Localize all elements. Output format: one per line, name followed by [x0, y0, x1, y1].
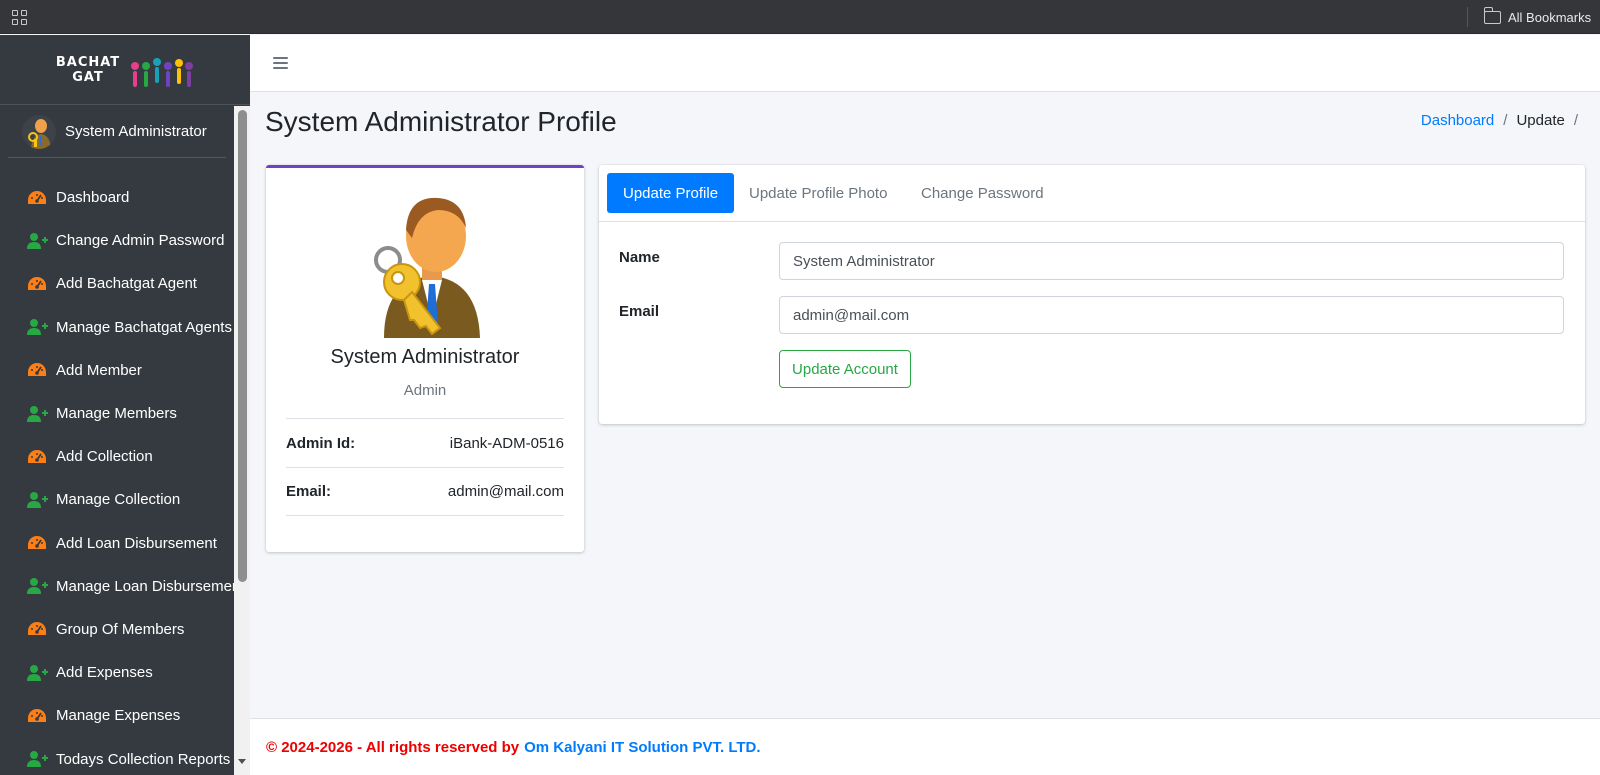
- settings-card: Update Profile Update Profile Photo Chan…: [599, 165, 1585, 424]
- list-item: Admin Id: iBank-ADM-0516: [286, 418, 564, 467]
- sidebar-item-label: Add Bachatgat Agent: [56, 275, 197, 293]
- email-field[interactable]: [779, 296, 1564, 334]
- sidebar-item-label: Manage Bachatgat Agents: [56, 318, 232, 336]
- user-plus-icon: [26, 664, 48, 682]
- user-plus-icon: [26, 232, 48, 250]
- sidebar-item-manage-collection[interactable]: Manage Collection: [0, 478, 234, 521]
- tachometer-icon: [26, 189, 48, 207]
- apps-grid-icon[interactable]: [12, 10, 27, 25]
- user-plus-icon: [26, 318, 48, 336]
- all-bookmarks-label: All Bookmarks: [1508, 9, 1592, 25]
- sidebar-user-panel[interactable]: System Administrator: [8, 106, 226, 158]
- sidebar-item-change-admin-password[interactable]: Change Admin Password: [0, 219, 234, 262]
- people-group-logo-icon: [128, 50, 194, 90]
- top-navbar: [250, 35, 1600, 92]
- sidebar-item-todays-collection-reports[interactable]: Todays Collection Reports: [0, 737, 234, 775]
- sidebar-item-group-of-members[interactable]: Group Of Members: [0, 608, 234, 651]
- bookmarks-divider: [1467, 7, 1468, 27]
- admin-avatar: [366, 188, 484, 338]
- sidebar-item-label: Manage Members: [56, 405, 177, 423]
- page-title: System Administrator Profile: [265, 106, 617, 137]
- sidebar-user-name[interactable]: System Administrator: [65, 123, 207, 140]
- sidebar-item-label: Manage Expenses: [56, 707, 181, 725]
- user-plus-icon: [26, 750, 48, 768]
- email-label: Email:: [286, 483, 332, 500]
- sidebar-item-add-expenses[interactable]: Add Expenses: [0, 651, 234, 694]
- sidebar-item-add-loan-disbursement[interactable]: Add Loan Disbursement: [0, 522, 234, 565]
- sidebar-item-label: Group Of Members: [56, 620, 185, 638]
- name-field[interactable]: [779, 242, 1564, 280]
- scroll-down-arrow-icon[interactable]: [238, 759, 246, 764]
- sidebar-item-label: Manage Loan Disbursement: [56, 577, 234, 595]
- tachometer-icon: [26, 448, 48, 466]
- all-bookmarks-button[interactable]: All Bookmarks: [1483, 6, 1592, 28]
- admin-id-value: iBank-ADM-0516: [449, 434, 564, 452]
- breadcrumb: Dashboard / Update /: [1421, 112, 1578, 129]
- breadcrumb-separator: /: [1573, 112, 1578, 129]
- avatar: [22, 114, 56, 149]
- browser-bookmarks-bar: All Bookmarks: [0, 0, 1600, 34]
- user-plus-icon: [26, 577, 48, 595]
- breadcrumb-dashboard-link[interactable]: Dashboard: [1421, 112, 1494, 129]
- user-plus-icon: [26, 405, 48, 423]
- sidebar-item-label: Add Loan Disbursement: [56, 534, 217, 552]
- footer-copyright: © 2024-2026 - All rights reserved by: [266, 738, 520, 756]
- sidebar-item-manage-expenses[interactable]: Manage Expenses: [0, 694, 234, 737]
- email-value: admin@mail.com: [447, 483, 564, 500]
- profile-name: System Administrator: [330, 346, 520, 368]
- tab-update-profile-photo[interactable]: Update Profile Photo: [733, 173, 903, 213]
- brand-text: BACHAT GAT: [56, 55, 120, 85]
- profile-details-list: Admin Id: iBank-ADM-0516 Email: admin@ma…: [286, 418, 564, 516]
- tab-update-profile[interactable]: Update Profile: [607, 173, 735, 213]
- update-account-button[interactable]: Update Account: [779, 350, 911, 388]
- sidebar-item-label: Todays Collection Reports: [56, 750, 231, 768]
- tabs-header: Update Profile Update Profile Photo Chan…: [599, 165, 1585, 222]
- profile-role: Admin: [403, 382, 447, 399]
- sidebar-item-manage-members[interactable]: Manage Members: [0, 392, 234, 435]
- sidebar-item-label: Add Collection: [56, 448, 153, 466]
- sidebar: BACHAT GAT System Administrator Dashboar…: [0, 35, 250, 775]
- tachometer-icon: [26, 275, 48, 293]
- brand-logo-link[interactable]: BACHAT GAT: [0, 35, 250, 105]
- tachometer-icon: [26, 620, 48, 638]
- name-label: Name: [619, 249, 660, 266]
- user-plus-icon: [26, 491, 48, 509]
- tab-change-password[interactable]: Change Password: [905, 173, 1060, 213]
- sidebar-scroll-area: System Administrator Dashboard Change Ad…: [0, 106, 250, 775]
- sidebar-item-dashboard[interactable]: Dashboard: [0, 176, 234, 219]
- list-item: Email: admin@mail.com: [286, 467, 564, 516]
- sidebar-item-label: Add Member: [56, 361, 142, 379]
- sidebar-item-add-collection[interactable]: Add Collection: [0, 435, 234, 478]
- sidebar-item-label: Dashboard: [56, 189, 130, 207]
- sidebar-item-manage-loan-disbursement[interactable]: Manage Loan Disbursement: [0, 565, 234, 608]
- admin-id-label: Admin Id:: [286, 434, 356, 452]
- tachometer-icon: [26, 534, 48, 552]
- footer: © 2024-2026 - All rights reserved by Om …: [250, 718, 1600, 775]
- brand-text-line1: BACHAT: [55, 54, 121, 70]
- profile-card: System Administrator Admin Admin Id: iBa…: [266, 165, 584, 552]
- tachometer-icon: [26, 361, 48, 379]
- brand-text-line2: GAT: [72, 69, 104, 85]
- sidebar-item-label: Manage Collection: [56, 491, 181, 509]
- tachometer-icon: [26, 707, 48, 725]
- sidebar-item-label: Change Admin Password: [56, 232, 225, 250]
- sidebar-item-label: Add Expenses: [56, 664, 153, 682]
- sidebar-item-manage-bachatgat-agents[interactable]: Manage Bachatgat Agents: [0, 306, 234, 349]
- menu-toggle-icon[interactable]: [273, 57, 288, 69]
- folder-icon: [1483, 6, 1501, 24]
- sidebar-nav: Dashboard Change Admin Password Add Bach…: [0, 176, 234, 775]
- sidebar-item-add-bachatgat-agent[interactable]: Add Bachatgat Agent: [0, 262, 234, 305]
- breadcrumb-separator: /: [1503, 112, 1508, 129]
- footer-company-link[interactable]: Om Kalyani IT Solution PVT. LTD.: [524, 739, 760, 756]
- admin-key-person-icon: [374, 197, 480, 338]
- sidebar-scrollbar-thumb[interactable]: [238, 110, 247, 582]
- sidebar-item-add-member[interactable]: Add Member: [0, 349, 234, 392]
- breadcrumb-current: Update: [1516, 112, 1565, 129]
- email-label: Email: [619, 303, 660, 320]
